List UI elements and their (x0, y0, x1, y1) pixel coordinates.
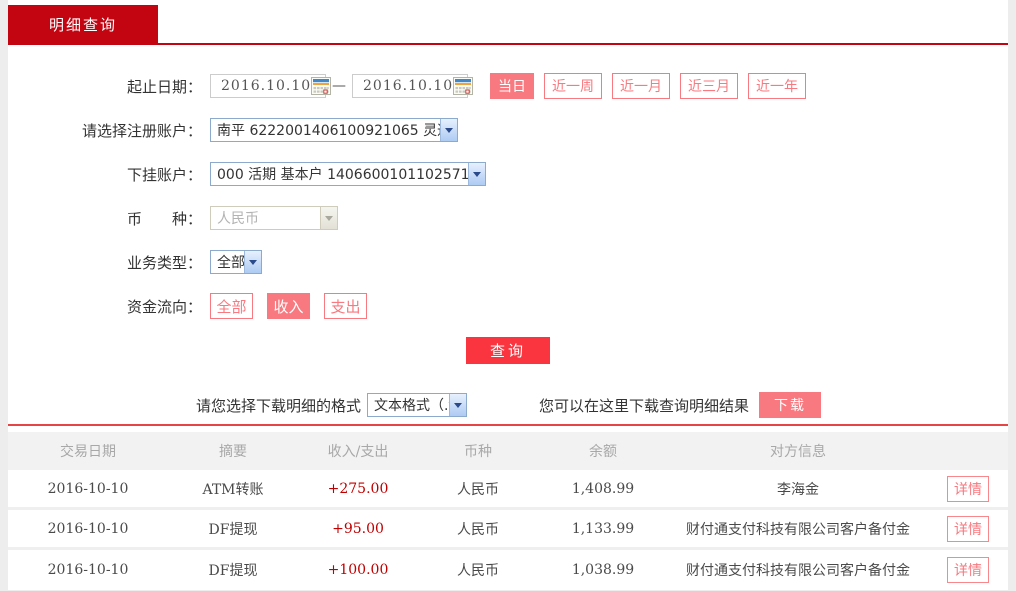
currency-label: 币 种： (126, 209, 202, 228)
query-form: 起止日期： 2016.10.10 — 2016.10.10 当日 近一周 近一月… (8, 45, 1008, 424)
col-header-balance: 余额 (589, 444, 617, 460)
cell-summary: ATM转账 (202, 481, 264, 498)
main-panel: 明细查询 起止日期： 2016.10.10 — 2016.10.10 当日 近一… (8, 0, 1008, 590)
chevron-down-icon[interactable] (449, 394, 467, 416)
fund-direction-expense-button[interactable]: 支出 (324, 293, 367, 319)
sub-account-label: 下挂账户： (126, 165, 202, 184)
date-range-label: 起止日期： (126, 77, 202, 96)
query-button[interactable]: 查询 (466, 337, 550, 364)
cell-balance: 1,038.99 (571, 562, 635, 578)
registered-account-row: 请选择注册账户： 南平 6222001406100921065 灵通卡 (8, 117, 1008, 143)
chevron-down-icon[interactable] (244, 251, 261, 273)
col-header-summary: 摘要 (219, 444, 247, 460)
end-date-input[interactable]: 2016.10.10 (352, 74, 474, 98)
currency-select: 人民币 (210, 206, 338, 230)
fund-direction-label: 资金流向： (126, 297, 202, 316)
results-table: 交易日期 摘要 收入/支出 币种 余额 对方信息 2016-10-10 ATM转… (8, 424, 1008, 590)
business-type-row: 业务类型： 全部 (8, 249, 1008, 275)
calendar-icon[interactable] (453, 77, 474, 95)
chevron-down-icon[interactable] (468, 163, 485, 185)
fund-direction-row: 资金流向： 全部 收入 支出 (8, 293, 1008, 319)
cell-counterparty: 财付通支付科技有限公司客户备付金 (686, 521, 910, 538)
download-button[interactable]: 下载 (759, 392, 822, 418)
cell-amount: +100.00 (327, 562, 389, 578)
cell-currency: 人民币 (457, 481, 499, 498)
registered-account-label: 请选择注册账户： (81, 121, 202, 140)
quick-range-buttons: 当日 近一周 近一月 近三月 近一年 (490, 73, 806, 99)
business-type-select[interactable]: 全部 (210, 250, 262, 274)
table-row: 2016-10-10 DF提现 +100.00 人民币 1,038.99 财付通… (8, 550, 1008, 590)
cell-date: 2016-10-10 (47, 520, 129, 537)
download-format-label: 请您选择下载明细的格式 (196, 396, 362, 415)
download-format-value: 文本格式（.txt） (374, 398, 449, 414)
fund-direction-buttons: 全部 收入 支出 (210, 293, 367, 319)
download-hint: 您可以在这里下载查询明细结果 (539, 396, 750, 415)
fund-direction-all-button[interactable]: 全部 (210, 293, 253, 319)
download-row: 请您选择下载明细的格式 文本格式（.txt） 您可以在这里下载查询明细结果 下载 (196, 392, 1008, 418)
table-row: 2016-10-10 ATM转账 +275.00 人民币 1,408.99 李海… (8, 470, 1008, 510)
col-header-currency: 币种 (464, 444, 492, 460)
fund-direction-income-button[interactable]: 收入 (267, 293, 310, 319)
cell-amount: +95.00 (332, 520, 384, 537)
date-range-separator: — (332, 78, 346, 94)
cell-balance: 1,408.99 (571, 480, 635, 497)
cell-amount: +275.00 (327, 480, 389, 497)
quick-range-month-button[interactable]: 近一月 (612, 73, 670, 99)
cell-currency: 人民币 (457, 521, 499, 538)
quick-range-year-button[interactable]: 近一年 (748, 73, 806, 99)
col-header-amount: 收入/支出 (327, 444, 389, 460)
sub-account-select[interactable]: 000 活期 基本户 1406600101102571848 (210, 162, 486, 186)
cell-counterparty: 李海金 (777, 481, 819, 498)
cell-date: 2016-10-10 (47, 562, 129, 578)
tab-bar: 明细查询 (8, 0, 1008, 45)
chevron-down-icon[interactable] (440, 119, 457, 141)
cell-balance: 1,133.99 (571, 520, 635, 537)
quick-range-3months-button[interactable]: 近三月 (680, 73, 738, 99)
detail-button[interactable]: 详情 (947, 475, 989, 502)
table-row: 2016-10-10 DF提现 +95.00 人民币 1,133.99 财付通支… (8, 510, 1008, 550)
detail-button[interactable]: 详情 (947, 515, 989, 542)
tab-detail-query[interactable]: 明细查询 (8, 5, 158, 43)
business-type-label: 业务类型： (126, 253, 202, 272)
detail-button[interactable]: 详情 (947, 557, 989, 583)
col-header-date: 交易日期 (60, 444, 116, 460)
cell-date: 2016-10-10 (47, 480, 129, 497)
query-button-row: 查询 (8, 337, 1008, 364)
sub-account-row: 下挂账户： 000 活期 基本户 1406600101102571848 (8, 161, 1008, 187)
registered-account-select[interactable]: 南平 6222001406100921065 灵通卡 (210, 118, 458, 142)
table-header-row: 交易日期 摘要 收入/支出 币种 余额 对方信息 (8, 432, 1008, 470)
cell-summary: DF提现 (208, 521, 258, 538)
registered-account-value: 南平 6222001406100921065 灵通卡 (217, 123, 440, 139)
sub-account-value: 000 活期 基本户 1406600101102571848 (217, 167, 468, 183)
chevron-down-icon (320, 207, 337, 229)
calendar-icon[interactable] (311, 77, 332, 95)
cell-counterparty: 财付通支付科技有限公司客户备付金 (686, 563, 910, 579)
quick-range-week-button[interactable]: 近一周 (544, 73, 602, 99)
cell-summary: DF提现 (208, 563, 258, 579)
date-range-row: 起止日期： 2016.10.10 — 2016.10.10 当日 近一周 近一月… (8, 73, 1008, 99)
cell-currency: 人民币 (457, 563, 499, 579)
col-header-counterparty: 对方信息 (770, 444, 826, 460)
download-format-select[interactable]: 文本格式（.txt） (367, 393, 468, 417)
currency-row: 币 种： 人民币 (8, 205, 1008, 231)
tab-label: 明细查询 (48, 15, 117, 34)
quick-range-today-button[interactable]: 当日 (490, 73, 534, 99)
business-type-value: 全部 (217, 255, 244, 271)
start-date-value: 2016.10.10 (221, 78, 312, 94)
end-date-value: 2016.10.10 (363, 78, 454, 94)
start-date-input[interactable]: 2016.10.10 (210, 74, 332, 98)
currency-value: 人民币 (217, 211, 259, 227)
